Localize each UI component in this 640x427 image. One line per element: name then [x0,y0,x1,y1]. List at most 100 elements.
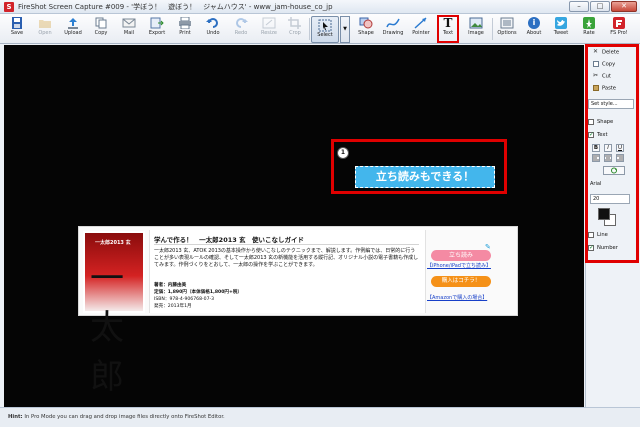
mail-button[interactable]: Mail [116,17,142,43]
select-dropdown-button[interactable]: ▼ [340,16,350,43]
align-center-icon [605,155,611,161]
align-left-button[interactable] [592,154,600,162]
book-isbn: ISBN：978-4-906768-07-3 [154,297,215,302]
rate-button[interactable]: Rate [576,17,602,43]
divider [154,244,419,245]
iphone-ipad-link[interactable]: 【iPhone/iPadで立ち読み】 [427,262,491,269]
book-cover: 一太郎2013 玄 一太郎 [83,231,145,397]
save-icon [12,17,22,29]
line-checkbox-label: Line [597,232,608,238]
set-style-dropdown[interactable]: Set style... [588,99,634,109]
export-button[interactable]: Export [144,17,170,43]
minimize-button[interactable]: – [569,1,589,12]
paste-button[interactable]: Paste [593,85,616,92]
font-family-selector[interactable]: Arial [590,180,633,189]
copy-icon [593,61,599,67]
status-bar: Hint: In Pro Mode you can drag and drop … [0,407,640,427]
window-title: FireShot Screen Capture #009 - '学ぼう！ 遊ぼう… [18,3,333,11]
undo-button[interactable]: Undo [200,17,226,43]
buy-button[interactable]: 購入はコチラ！ [431,276,491,287]
toolbar-separator [492,18,493,40]
drawing-icon [386,18,400,28]
align-right-icon [617,155,623,161]
book-cover-image: 一太郎2013 玄 一太郎 [85,233,143,397]
drawing-button[interactable]: Drawing [380,17,406,43]
resize-icon [262,17,276,29]
captured-webpage: 一太郎2013 玄 一太郎 学んで作る！ 一太郎2013 玄 使いこなしガイド … [78,226,518,397]
rotate-icon [611,167,617,174]
hint-text: Hint: In Pro Mode you can drag and drop … [8,414,225,420]
book-price: 定価：1,890円（本体価格1,800円+税） [154,290,243,295]
upload-button[interactable]: Upload [60,17,86,43]
scissors-icon: ✂ [593,72,599,79]
info-icon: i [528,17,540,29]
fs-pro-icon [613,17,625,29]
redo-icon [236,18,248,28]
tachiyomi-button[interactable]: 立ち読み [431,250,491,261]
text-tool-highlight [437,15,459,43]
purchase-area: ✎ 立ち読み 【iPhone/iPadで立ち読み】 購入はコチラ！ 【Amazo… [427,230,515,313]
title-bar: S FireShot Screen Capture #009 - '学ぼう！ 遊… [0,0,640,14]
shape-checkbox[interactable] [588,119,594,125]
bold-button[interactable]: B [592,144,600,152]
delete-button[interactable]: ✕ Delete [593,49,619,56]
copy-button[interactable]: Copy [88,17,114,43]
foreground-color-swatch[interactable] [598,208,610,220]
image-icon [469,17,483,29]
book-release: 発売：2013年1月 [154,304,192,309]
twitter-icon [555,17,567,29]
redo-button[interactable]: Redo [228,17,254,43]
book-info: 学んで作る！ 一太郎2013 玄 使いこなしガイド 一太郎2013 玄、ATOK… [149,230,426,313]
line-checkbox[interactable] [588,232,594,238]
print-button[interactable]: Print [172,17,198,43]
italic-button[interactable]: I [604,144,612,152]
fireshot-app-icon: S [4,2,14,12]
paste-icon [593,85,599,91]
number-badge[interactable]: 1 [337,147,349,159]
cursor-icon [318,19,332,32]
rate-icon [583,17,595,29]
undo-icon [206,18,218,28]
tweet-button[interactable]: Tweet [548,17,574,43]
cut-button[interactable]: ✂ Cut [593,73,611,80]
font-size-dropdown[interactable]: 20 [590,194,630,204]
book-heading: 学んで作る！ 一太郎2013 玄 使いこなしガイド [154,236,305,244]
callout-text-box[interactable]: 立ち読みもできる！ [355,166,495,188]
maximize-button[interactable]: □ [590,1,610,12]
crop-icon [288,17,301,29]
export-icon [150,17,164,29]
book-description: 一太郎2013 玄、ATOK 2013の基本操作から使いこなしのテクニックまで、… [154,248,419,268]
toolbar-separator [309,18,310,40]
delete-icon: ✕ [593,48,599,55]
options-icon [500,17,514,29]
options-button[interactable]: Options [494,17,520,43]
select-button[interactable]: Select [311,16,339,43]
hint-label: Hint: [8,414,23,420]
align-center-button[interactable] [604,154,612,162]
number-checkbox[interactable] [588,244,594,251]
pointer-icon [414,17,427,29]
about-button[interactable]: i About [521,17,547,43]
amazon-link[interactable]: 【Amazonで購入の場合】 [427,294,487,301]
open-button[interactable]: Open [32,17,58,43]
editor-canvas[interactable]: 一太郎2013 玄 一太郎 学んで作る！ 一太郎2013 玄 使いこなしガイド … [4,45,584,407]
image-button[interactable]: Image [463,17,489,43]
close-button[interactable]: ✕ [611,1,637,12]
shape-button[interactable]: Shape [353,17,379,43]
resize-button[interactable]: Resize [256,17,282,43]
print-icon [179,17,191,29]
open-icon [39,20,51,28]
number-checkbox-label: Number [597,245,618,251]
pointer-button[interactable]: Pointer [408,17,434,43]
save-button[interactable]: Save [4,17,30,43]
text-checkbox-label: Text [597,132,608,138]
panel-copy-button[interactable]: Copy [593,61,615,68]
underline-button[interactable]: U [616,144,624,152]
text-checkbox[interactable] [588,131,594,138]
shape-icon [359,17,373,29]
text-direction-button[interactable] [603,166,625,175]
crop-button[interactable]: Crop [282,17,308,43]
fs-pro-button[interactable]: FS Pro! [606,17,632,43]
shape-checkbox-label: Shape [597,119,614,125]
align-right-button[interactable] [616,154,624,162]
